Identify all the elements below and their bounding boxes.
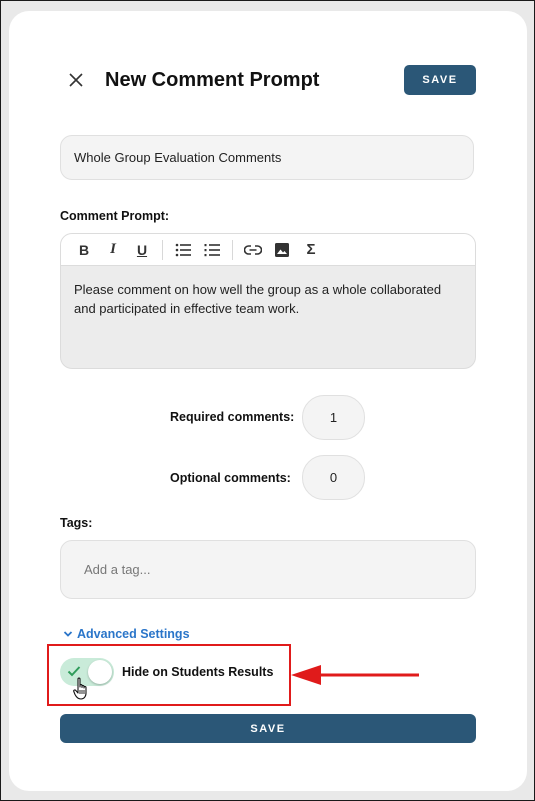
optional-comments-label: Optional comments: bbox=[170, 471, 291, 485]
underline-icon: U bbox=[136, 241, 148, 258]
link-icon bbox=[244, 244, 262, 255]
tags-placeholder: Add a tag... bbox=[84, 562, 151, 577]
comment-prompt-textarea[interactable]: Please comment on how well the group as … bbox=[61, 266, 475, 332]
bulleted-list-icon bbox=[175, 243, 191, 256]
bold-icon: B bbox=[78, 241, 90, 258]
numbered-list-icon bbox=[204, 243, 220, 256]
image-icon bbox=[275, 242, 289, 257]
comment-prompt-editor: B I U Σ Please comment on how well the g… bbox=[60, 233, 476, 369]
required-comments-label: Required comments: bbox=[170, 410, 295, 424]
close-button[interactable] bbox=[63, 67, 89, 93]
advanced-settings-toggle[interactable]: Advanced Settings bbox=[63, 627, 190, 641]
annotation-arrow-icon bbox=[291, 665, 419, 685]
save-button[interactable]: SAVE bbox=[404, 65, 476, 95]
hand-cursor-icon bbox=[73, 677, 87, 700]
toolbar-divider bbox=[232, 239, 233, 260]
sigma-icon: Σ bbox=[306, 241, 316, 258]
chevron-down-icon bbox=[63, 631, 73, 637]
hide-on-results-label: Hide on Students Results bbox=[122, 665, 274, 679]
italic-icon: I bbox=[110, 241, 116, 257]
italic-button[interactable]: I bbox=[102, 239, 124, 261]
check-icon bbox=[67, 666, 81, 677]
numbered-list-button[interactable] bbox=[201, 239, 223, 261]
toggle-knob bbox=[88, 660, 112, 684]
tags-input[interactable]: Add a tag... bbox=[60, 540, 476, 599]
sigma-button[interactable]: Σ bbox=[300, 239, 322, 261]
underline-button[interactable]: U bbox=[131, 239, 153, 261]
editor-toolbar: B I U Σ bbox=[61, 234, 475, 266]
window-frame: New Comment Prompt SAVE Whole Group Eval… bbox=[0, 0, 535, 801]
tags-label: Tags: bbox=[60, 516, 93, 530]
prompt-title-input[interactable]: Whole Group Evaluation Comments bbox=[60, 135, 474, 180]
required-comments-input[interactable]: 1 bbox=[302, 395, 365, 440]
link-button[interactable] bbox=[242, 239, 264, 261]
save-bottom-button[interactable]: SAVE bbox=[60, 714, 476, 743]
image-button[interactable] bbox=[271, 239, 293, 261]
optional-comments-input[interactable]: 0 bbox=[302, 455, 365, 500]
comment-prompt-label: Comment Prompt: bbox=[60, 209, 170, 223]
toolbar-divider bbox=[162, 239, 163, 260]
advanced-settings-label: Advanced Settings bbox=[77, 627, 190, 641]
close-icon bbox=[69, 73, 83, 87]
bulleted-list-button[interactable] bbox=[172, 239, 194, 261]
page-title: New Comment Prompt bbox=[105, 69, 320, 91]
bold-button[interactable]: B bbox=[73, 239, 95, 261]
